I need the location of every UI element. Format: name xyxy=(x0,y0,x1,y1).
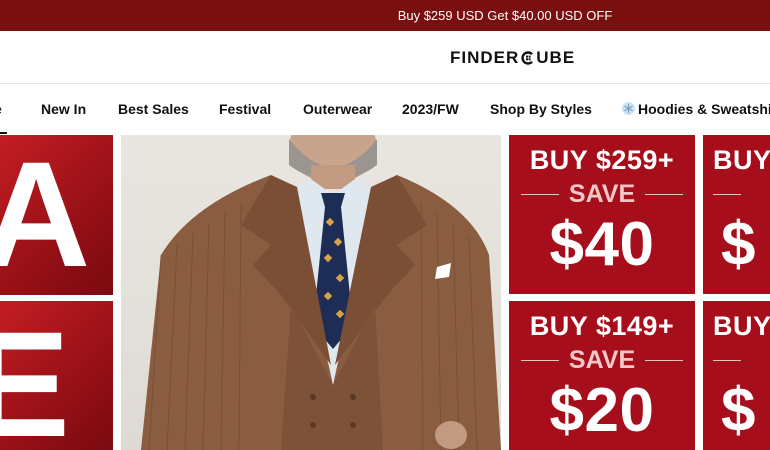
model-illustration xyxy=(141,135,501,450)
main-nav: e New In Best Sales Festival Outerwear 2… xyxy=(0,84,770,135)
coupon-buy-text: BUY xyxy=(713,311,770,341)
divider xyxy=(713,193,741,195)
nav-item-label: 2023/FW xyxy=(402,101,459,117)
promo-text[interactable]: Buy $259 USD Get $40.00 USD OFF xyxy=(398,8,613,23)
divider xyxy=(645,193,684,195)
coupon-save-text: SAVE xyxy=(568,345,636,374)
nav-active-indicator xyxy=(0,132,7,134)
coupon-buy-text: BUY $259+ xyxy=(529,145,675,175)
nav-item-label: e xyxy=(0,101,2,117)
coupon-save-row xyxy=(713,347,770,373)
site-logo[interactable]: FINDER UBE xyxy=(450,48,575,68)
coupon-amount: $40 xyxy=(549,210,655,279)
divider xyxy=(521,359,559,361)
sale-letter-tile: E xyxy=(0,301,113,450)
coupon-amount: $20 xyxy=(549,376,655,445)
nav-item-outerwear[interactable]: Outerwear xyxy=(303,101,372,117)
coupon-save-row xyxy=(713,181,770,207)
sale-letter: E xyxy=(0,301,71,450)
coupon-save-row: SAVE xyxy=(521,345,684,374)
nav-item-festival[interactable]: Festival xyxy=(219,101,271,117)
coupon-save-text: SAVE xyxy=(568,179,636,208)
coupon-save-row: SAVE xyxy=(521,179,684,208)
nav-item-shop-by-styles[interactable]: Shop By Styles xyxy=(490,101,592,117)
nav-item-label: Best Sales xyxy=(118,101,189,117)
site-header: FINDER UBE xyxy=(0,31,770,84)
coupon-card[interactable]: BUY $259+ SAVE $40 xyxy=(509,135,695,294)
divider xyxy=(713,359,741,361)
hero-banner[interactable]: A E BUY $259+ SAVE $40 BUY $ BUY $149+ S… xyxy=(0,135,770,450)
nav-item-best-sales[interactable]: Best Sales xyxy=(118,101,189,117)
nav-item-label: Hoodies & Sweatshir xyxy=(638,101,770,117)
coupon-card[interactable]: BUY $ xyxy=(703,301,770,450)
divider xyxy=(521,193,559,195)
logo-text-left: FINDER xyxy=(450,48,520,67)
coupon-card[interactable]: BUY $149+ SAVE $20 xyxy=(509,301,695,450)
coupon-amount: $ xyxy=(721,210,756,279)
promo-banner[interactable]: Buy $259 USD Get $40.00 USD OFF xyxy=(0,0,770,31)
coupon-amount: $ xyxy=(721,376,756,445)
divider xyxy=(645,359,684,361)
nav-item-label: Outerwear xyxy=(303,101,373,117)
nav-item-2023-fw[interactable]: 2023/FW xyxy=(402,101,459,117)
coupon-card[interactable]: BUY $ xyxy=(703,135,770,294)
logo-text-right: UBE xyxy=(536,48,576,67)
coupon-buy-text: BUY $149+ xyxy=(529,311,675,341)
sale-letter: A xyxy=(0,135,91,295)
snowflake-icon xyxy=(621,101,636,116)
nav-item-label: New In xyxy=(41,101,87,117)
nav-item-new-in[interactable]: New In xyxy=(41,101,86,117)
nav-item-hoodies[interactable]: Hoodies & Sweatshir xyxy=(621,101,770,117)
sale-letter-tile: A xyxy=(0,135,113,295)
coupon-buy-text: BUY xyxy=(713,145,770,175)
model-photo[interactable] xyxy=(121,135,501,450)
cube-logo-icon xyxy=(521,51,534,65)
nav-item-partial[interactable]: e xyxy=(0,101,2,117)
nav-item-label: Shop By Styles xyxy=(490,101,592,117)
nav-item-label: Festival xyxy=(219,101,272,117)
